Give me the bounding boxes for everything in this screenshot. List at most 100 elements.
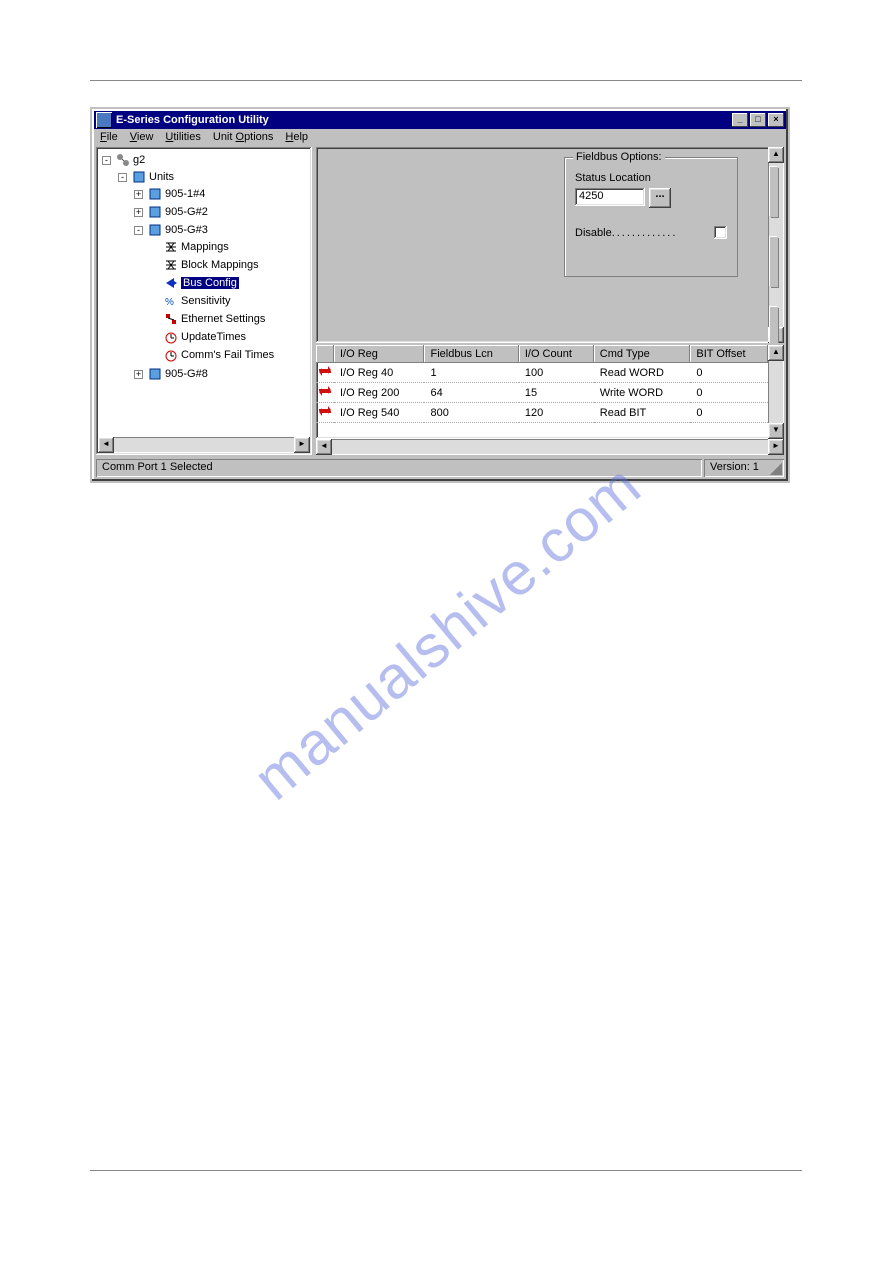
comms-fail-icon: [164, 348, 178, 362]
expander-units[interactable]: -: [118, 173, 127, 182]
title-bar[interactable]: E-Series Configuration Utility _ □ ×: [94, 111, 786, 129]
network-icon: [116, 153, 130, 167]
update-times-icon: [164, 330, 178, 344]
scroll-track-v[interactable]: [768, 361, 784, 423]
status-right: Version: 1: [704, 459, 784, 477]
tree-child-bus-config[interactable]: Bus Config: [181, 277, 239, 289]
tree-child-block-mappings[interactable]: Block Mappings: [181, 259, 259, 271]
cell-cmd: Read BIT: [594, 403, 691, 423]
cell-cmd: Read WORD: [594, 363, 691, 383]
scroll-down-button[interactable]: ▼: [768, 423, 784, 439]
scroll-right-button[interactable]: ►: [294, 437, 310, 453]
unit-icon: [148, 367, 162, 381]
side-tab-3[interactable]: [770, 307, 778, 343]
app-icon: [96, 112, 112, 128]
tree-child-mappings[interactable]: Mappings: [181, 241, 229, 253]
table-row[interactable]: I/O Reg 540 800 120 Read BIT 0: [316, 403, 768, 423]
io-table[interactable]: I/O Reg Fieldbus Lcn I/O Count Cmd Type …: [316, 345, 768, 423]
table-area: I/O Reg Fieldbus Lcn I/O Count Cmd Type …: [316, 345, 784, 439]
client-area: - g2 -: [94, 147, 786, 457]
cell-lcn: 800: [424, 403, 518, 423]
expander-n3[interactable]: +: [134, 370, 143, 379]
sensitivity-icon: %: [164, 294, 178, 308]
tree-node-2[interactable]: 905-G#3: [165, 224, 208, 236]
menu-bar: File View Utilities Unit Options Help: [94, 129, 786, 147]
tree-units-label: Units: [149, 171, 174, 183]
scroll-track[interactable]: [332, 439, 768, 455]
tree-root-label: g2: [133, 154, 145, 166]
tree-child-sensitivity[interactable]: Sensitivity: [181, 295, 231, 307]
disable-label: Disable: [575, 227, 612, 239]
unit-icon: [148, 187, 162, 201]
table-hscroll[interactable]: ◄ ►: [316, 439, 784, 455]
menu-unit-options[interactable]: Unit Options: [213, 131, 274, 143]
units-icon: [132, 170, 146, 184]
scroll-left-button[interactable]: ◄: [98, 437, 114, 453]
col-icon[interactable]: [316, 345, 334, 363]
col-bit[interactable]: BIT Offset: [690, 345, 768, 363]
status-location-label: Status Location: [575, 172, 727, 184]
watermark: manualshive.com: [240, 450, 653, 813]
expander-root[interactable]: -: [102, 156, 111, 165]
window-title: E-Series Configuration Utility: [116, 114, 732, 126]
scroll-right-button[interactable]: ►: [768, 439, 784, 455]
tree-child-comms-fail[interactable]: Comm's Fail Times: [181, 349, 274, 361]
unit-icon: [148, 205, 162, 219]
cell-count: 120: [519, 403, 594, 423]
menu-file[interactable]: File: [100, 131, 118, 143]
unit-icon: [148, 223, 162, 237]
side-tab-2[interactable]: [770, 237, 778, 287]
block-mappings-icon: [164, 258, 178, 272]
expander-n0[interactable]: +: [134, 190, 143, 199]
table-vscroll[interactable]: ▲ ▼: [768, 345, 784, 439]
status-bar: Comm Port 1 Selected Version: 1: [94, 457, 786, 479]
transfer-icon: [318, 369, 332, 381]
scroll-track[interactable]: [114, 437, 294, 453]
expander-n2[interactable]: -: [134, 226, 143, 235]
side-tab-1[interactable]: [770, 167, 778, 217]
tree-child-update-times[interactable]: UpdateTimes: [181, 331, 246, 343]
col-ioreg[interactable]: I/O Reg: [334, 345, 424, 363]
ethernet-icon: [164, 312, 178, 326]
fieldbus-legend: Fieldbus Options:: [573, 151, 665, 163]
status-location-browse-button[interactable]: ...: [649, 188, 671, 208]
scroll-up-button[interactable]: ▲: [768, 345, 784, 361]
table-row[interactable]: I/O Reg 40 1 100 Read WORD 0: [316, 363, 768, 383]
col-lcn[interactable]: Fieldbus Lcn: [424, 345, 518, 363]
top-panel: Fieldbus Options: Status Location 4250..…: [316, 147, 784, 343]
mappings-icon: [164, 240, 178, 254]
disable-checkbox[interactable]: [714, 226, 727, 239]
col-count[interactable]: I/O Count: [519, 345, 594, 363]
cell-ioreg: I/O Reg 40: [334, 363, 424, 383]
cell-bit: 0: [690, 363, 768, 383]
tree-pane: - g2 -: [96, 147, 312, 455]
cell-lcn: 1: [424, 363, 518, 383]
minimize-button[interactable]: _: [732, 113, 748, 127]
status-location-input[interactable]: 4250: [575, 188, 645, 206]
cell-ioreg: I/O Reg 200: [334, 383, 424, 403]
scroll-up-button[interactable]: ▲: [768, 147, 784, 163]
close-button[interactable]: ×: [768, 113, 784, 127]
col-cmd[interactable]: Cmd Type: [594, 345, 691, 363]
tree-child-ethernet[interactable]: Ethernet Settings: [181, 313, 265, 325]
cell-count: 15: [519, 383, 594, 403]
menu-utilities[interactable]: Utilities: [165, 131, 200, 143]
tree-hscroll[interactable]: ◄ ►: [98, 437, 310, 453]
cell-bit: 0: [690, 403, 768, 423]
bus-config-icon: [164, 276, 178, 290]
tree-node-1[interactable]: 905-G#2: [165, 206, 208, 218]
menu-view[interactable]: View: [130, 131, 154, 143]
cell-cmd: Write WORD: [594, 383, 691, 403]
expander-n1[interactable]: +: [134, 208, 143, 217]
scroll-left-button[interactable]: ◄: [316, 439, 332, 455]
tree-view[interactable]: - g2 -: [98, 149, 310, 437]
status-version: Version: 1: [710, 461, 759, 473]
cell-count: 100: [519, 363, 594, 383]
table-row[interactable]: I/O Reg 200 64 15 Write WORD 0: [316, 383, 768, 403]
tree-node-0[interactable]: 905-1#4: [165, 188, 205, 200]
maximize-button[interactable]: □: [750, 113, 766, 127]
tree-node-3[interactable]: 905-G#8: [165, 368, 208, 380]
menu-help[interactable]: Help: [285, 131, 308, 143]
resize-grip[interactable]: [770, 463, 782, 475]
main-window: E-Series Configuration Utility _ □ × Fil…: [90, 107, 790, 483]
